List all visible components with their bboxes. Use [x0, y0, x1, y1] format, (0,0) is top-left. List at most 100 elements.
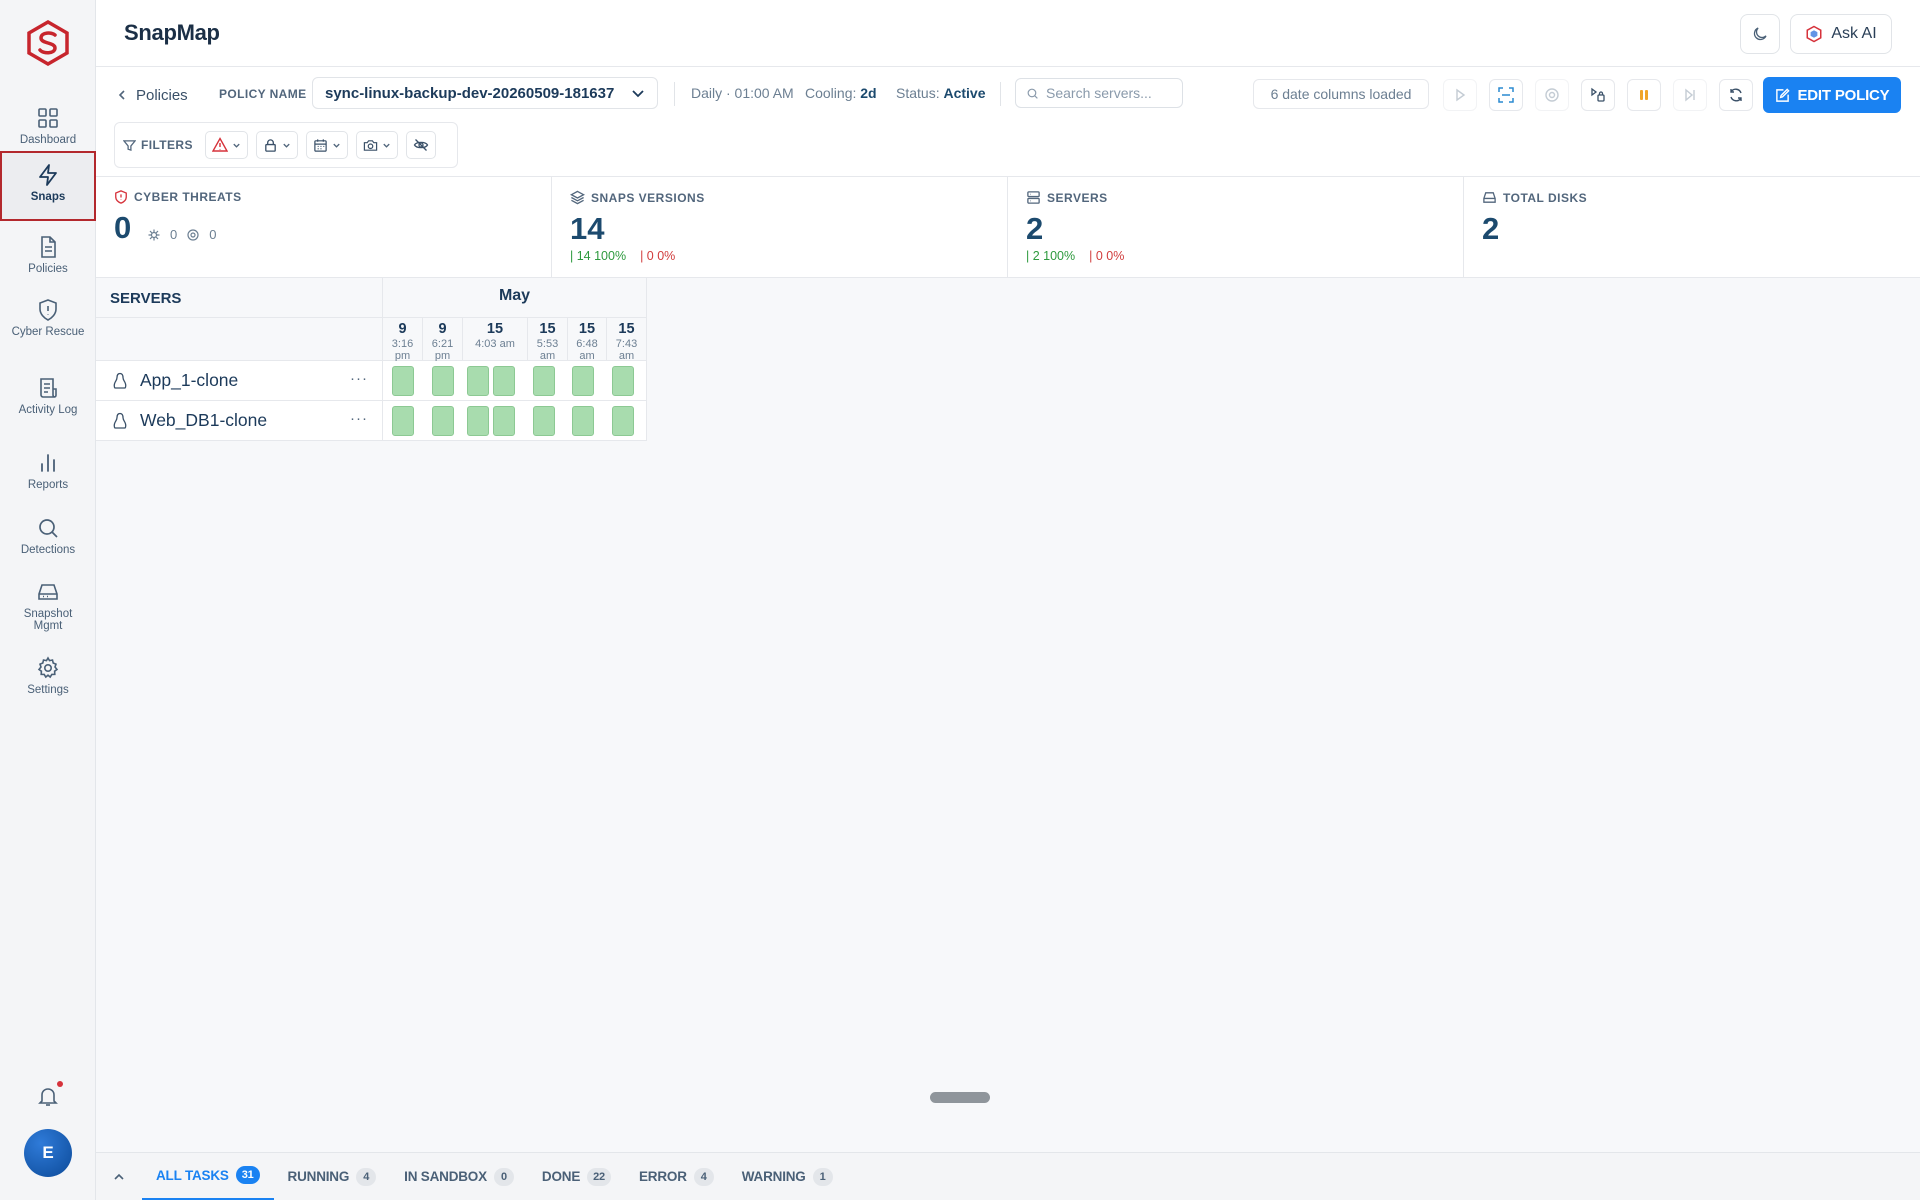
date-column-header[interactable]: 15 5:53 am	[528, 318, 568, 362]
snap-cell[interactable]	[572, 366, 594, 396]
record-button[interactable]	[1535, 79, 1569, 111]
count-badge: 1	[812, 1167, 833, 1186]
lock-play-button[interactable]	[1581, 79, 1615, 111]
snap-cell[interactable]	[533, 366, 555, 396]
server-row[interactable]: App_1-clone ···	[96, 361, 383, 401]
status-value: Active	[943, 85, 986, 101]
play-button[interactable]	[1443, 79, 1477, 111]
servers-subheader	[96, 318, 383, 361]
sidebar-item-settings[interactable]: Settings	[0, 646, 96, 708]
sidebar-item-reports[interactable]: Reports	[0, 441, 96, 503]
sidebar-item-dashboard[interactable]: Dashboard	[0, 96, 96, 158]
top-header: SnapMap Ask AI	[96, 0, 1920, 67]
layers-icon	[570, 190, 585, 205]
snap-cell[interactable]	[432, 366, 454, 396]
sidebar-item-detections[interactable]: Detections	[0, 506, 96, 568]
date-column-header[interactable]: 15 4:03 am	[463, 318, 528, 361]
breadcrumb-policies[interactable]: Policies	[136, 87, 188, 104]
threat-filter[interactable]	[204, 131, 248, 159]
edit-icon	[1775, 87, 1790, 102]
bell-icon[interactable]	[36, 1084, 60, 1108]
snap-cell[interactable]	[467, 366, 489, 396]
play-icon	[1456, 88, 1466, 102]
policy-select[interactable]: sync-linux-backup-dev-20260509-181637	[312, 77, 658, 109]
stat-breakdown: | 2 100% | 0 0%	[1026, 249, 1463, 263]
breadcrumb[interactable]: Policies	[116, 83, 188, 107]
date-filter[interactable]	[305, 131, 348, 159]
date-column-header[interactable]: 9 3:16 pm	[383, 318, 423, 362]
more-options-icon[interactable]: ···	[350, 410, 368, 427]
snap-cell[interactable]	[612, 366, 634, 396]
lock-filter[interactable]	[255, 131, 298, 159]
snap-cell[interactable]	[392, 406, 414, 436]
tab-all-tasks[interactable]: ALL TASKS 31	[142, 1153, 274, 1200]
month-header: May	[383, 278, 647, 318]
avatar[interactable]: E	[24, 1129, 72, 1177]
date-time: 4:03 am	[475, 338, 515, 350]
tab-running[interactable]: RUNNING 4	[274, 1153, 391, 1200]
pause-button[interactable]	[1627, 79, 1661, 111]
tab-error[interactable]: ERROR 4	[625, 1153, 728, 1200]
warning-icon	[211, 137, 228, 152]
policy-select-value: sync-linux-backup-dev-20260509-181637	[325, 84, 615, 102]
scan-button[interactable]	[1489, 79, 1523, 111]
snap-cell[interactable]	[612, 406, 634, 436]
server-name[interactable]: Web_DB1-clone	[140, 410, 267, 431]
refresh-button[interactable]	[1719, 79, 1753, 111]
scan-icon	[1498, 87, 1514, 103]
search-input[interactable]: Search servers...	[1015, 78, 1183, 108]
snap-cell[interactable]	[533, 406, 555, 436]
theme-toggle-button[interactable]	[1740, 14, 1780, 54]
grid-icon	[38, 108, 58, 128]
lightning-icon	[39, 164, 57, 186]
brand-logo[interactable]	[26, 19, 70, 67]
snap-cell[interactable]	[572, 406, 594, 436]
status-text: Status: Active	[896, 83, 986, 103]
date-column-header[interactable]: 9 6:21 pm	[423, 318, 463, 362]
cooling-value: 2d	[860, 85, 877, 101]
resize-handle[interactable]	[930, 1092, 990, 1103]
filters-bar: FILTERS	[114, 122, 458, 168]
server-name[interactable]: App_1-clone	[140, 370, 238, 391]
sidebar-item-label: Snapshot Mgmt	[23, 608, 73, 632]
filters-label: FILTERS	[123, 138, 193, 152]
divider	[674, 82, 675, 106]
snap-cell[interactable]	[432, 406, 454, 436]
date-column-header[interactable]: 15 6:48 am	[568, 318, 607, 362]
ask-ai-button[interactable]: Ask AI	[1790, 14, 1892, 54]
sidebar-item-policies[interactable]: Policies	[0, 225, 96, 287]
snapshot-filter[interactable]	[355, 131, 398, 159]
snap-cell[interactable]	[493, 406, 515, 436]
more-options-icon[interactable]: ···	[350, 370, 368, 387]
stat-header: SNAPS VERSIONS	[570, 190, 1007, 205]
sidebar-item-snapshot-mgmt[interactable]: Snapshot Mgmt	[0, 570, 96, 632]
search-placeholder: Search servers...	[1046, 85, 1152, 101]
snap-cell[interactable]	[392, 366, 414, 396]
date-day: 15	[486, 321, 504, 337]
collapse-button[interactable]	[96, 1171, 142, 1183]
snap-cell[interactable]	[467, 406, 489, 436]
sidebar-item-cyber-rescue[interactable]: Cyber Rescue	[0, 288, 96, 350]
edit-policy-button[interactable]: EDIT POLICY	[1763, 77, 1901, 113]
refresh-icon	[1730, 88, 1742, 102]
hide-toggle[interactable]	[405, 131, 436, 159]
policy-toolbar: Policies POLICY NAME sync-linux-backup-d…	[96, 67, 1920, 177]
stat-servers: SERVERS 2 | 2 100% | 0 0%	[1008, 177, 1464, 278]
date-column-header[interactable]: 15 7:43 am	[607, 318, 647, 362]
skip-button[interactable]	[1673, 79, 1707, 111]
chevron-down-icon	[632, 90, 644, 98]
tab-warning[interactable]: WARNING 1	[728, 1153, 847, 1200]
date-day: 15	[618, 321, 635, 337]
tab-in-sandbox[interactable]: IN SANDBOX 0	[390, 1153, 528, 1200]
threat-virus-count: 0	[170, 227, 178, 242]
tab-label: WARNING	[741, 1169, 806, 1184]
sidebar-item-snaps[interactable]: Snaps	[0, 151, 96, 221]
stat-label: CYBER THREATS	[134, 190, 242, 204]
tab-done[interactable]: DONE 22	[528, 1153, 625, 1200]
stat-total-disks: TOTAL DISKS 2	[1464, 177, 1920, 278]
date-time: 3:16	[391, 338, 414, 350]
snap-cell[interactable]	[493, 366, 515, 396]
server-row[interactable]: Web_DB1-clone ···	[96, 401, 383, 441]
stat-ok: | 14 100%	[570, 249, 627, 263]
sidebar-item-activity-log[interactable]: Activity Log	[0, 366, 96, 428]
